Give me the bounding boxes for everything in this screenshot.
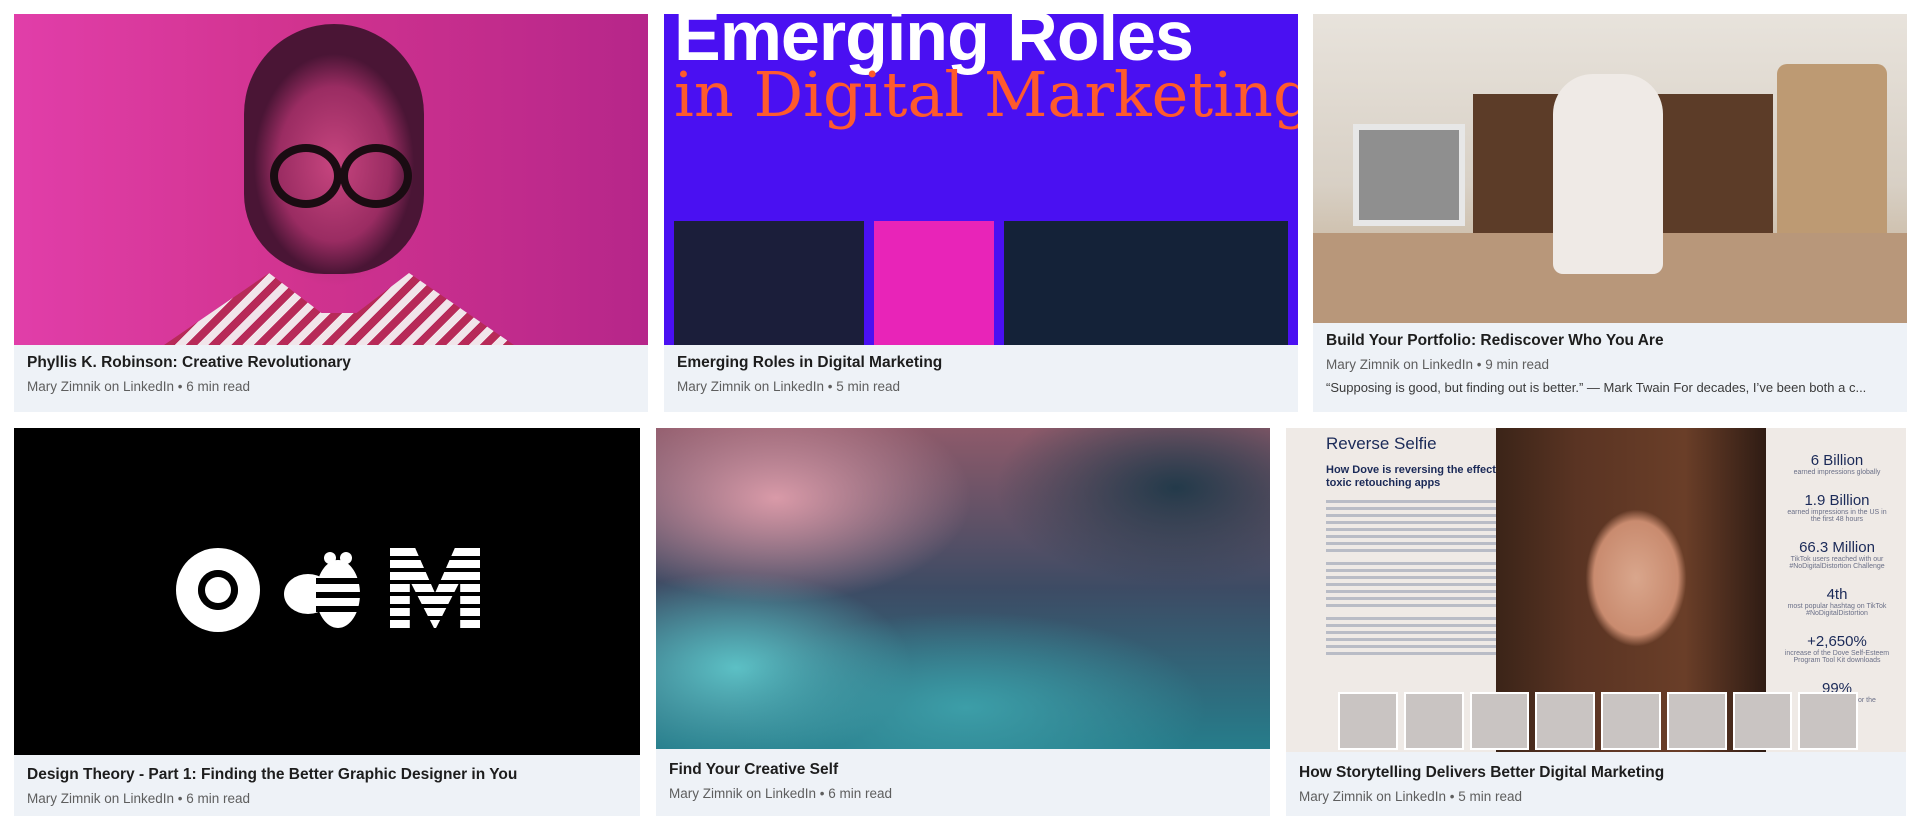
wall-photo-frame bbox=[1353, 124, 1465, 226]
article-thumbnail[interactable]: Emerging Roles in Digital Marketing bbox=[664, 14, 1298, 345]
article-title[interactable]: Design Theory - Part 1: Finding the Bett… bbox=[27, 766, 627, 784]
infographic-body-text bbox=[1326, 500, 1516, 655]
article-title[interactable]: Build Your Portfolio: Rediscover Who You… bbox=[1326, 332, 1894, 350]
article-meta: How Storytelling Delivers Better Digital… bbox=[1286, 764, 1906, 816]
article-byline: Mary Zimnik on LinkedIn • 5 min read bbox=[677, 379, 901, 394]
article-meta: Design Theory - Part 1: Finding the Bett… bbox=[14, 766, 640, 816]
infographic-text-panel: Reverse Selfie How Dove is reversing the… bbox=[1326, 434, 1516, 659]
bee-icon bbox=[284, 552, 360, 628]
article-meta: Build Your Portfolio: Rediscover Who You… bbox=[1313, 332, 1907, 412]
article-card[interactable]: Reverse Selfie How Dove is reversing the… bbox=[1286, 428, 1906, 816]
image-subline: in Digital Marketing bbox=[674, 58, 1298, 131]
portrait-collar bbox=[164, 273, 514, 345]
article-thumbnail[interactable] bbox=[14, 14, 648, 345]
code-image-tile bbox=[674, 221, 864, 345]
stat-value: +2,650% bbox=[1807, 633, 1867, 650]
stat-label: TikTok users reached with our #NoDigital… bbox=[1789, 556, 1885, 570]
eye-pupil-icon bbox=[205, 577, 231, 603]
stat-label: earned impressions globally bbox=[1793, 469, 1881, 476]
stat-label: earned impressions in the US in the firs… bbox=[1787, 509, 1887, 523]
seated-person bbox=[1553, 74, 1663, 274]
infographic-subtitle: How Dove is reversing the effects of tox… bbox=[1326, 464, 1516, 489]
article-byline: Mary Zimnik on LinkedIn • 5 min read bbox=[1299, 789, 1523, 804]
stat-value: 4th bbox=[1826, 586, 1848, 603]
article-title[interactable]: Find Your Creative Self bbox=[669, 761, 1257, 779]
stat-value: 1.9 Billion bbox=[1804, 492, 1870, 509]
network-image-tile bbox=[1004, 221, 1288, 345]
article-title[interactable]: Emerging Roles in Digital Marketing bbox=[677, 354, 1285, 372]
m-letter-icon bbox=[390, 548, 480, 630]
article-card[interactable]: Emerging Roles in Digital Marketing Emer… bbox=[664, 14, 1298, 412]
stat-value: 6 Billion bbox=[1810, 452, 1864, 469]
article-card[interactable]: Phyllis K. Robinson: Creative Revolution… bbox=[14, 14, 648, 412]
article-meta: Emerging Roles in Digital Marketing Mary… bbox=[664, 354, 1298, 412]
infographic-title: Reverse Selfie bbox=[1326, 434, 1437, 453]
article-title[interactable]: Phyllis K. Robinson: Creative Revolution… bbox=[27, 354, 635, 372]
stat-label: increase of the Dove Self-Esteem Program… bbox=[1784, 650, 1890, 664]
shopping-image-tile bbox=[874, 221, 994, 345]
article-meta: Find Your Creative Self Mary Zimnik on L… bbox=[656, 761, 1270, 816]
stat-value: 66.3 Million bbox=[1799, 539, 1875, 556]
article-byline: Mary Zimnik on LinkedIn • 9 min read bbox=[1326, 357, 1550, 372]
article-byline: Mary Zimnik on LinkedIn • 6 min read bbox=[27, 791, 251, 806]
stat-label: most popular hashtag on TikTok #NoDigita… bbox=[1787, 603, 1887, 617]
social-post-thumbnails bbox=[1338, 692, 1858, 750]
article-thumbnail[interactable] bbox=[1313, 14, 1907, 323]
article-card[interactable]: Design Theory - Part 1: Finding the Bett… bbox=[14, 428, 640, 816]
article-byline: Mary Zimnik on LinkedIn • 6 min read bbox=[669, 786, 893, 801]
portrait-glasses bbox=[270, 144, 412, 208]
infographic-stats: 6 Billion earned impressions globally 1.… bbox=[1782, 436, 1892, 711]
article-thumbnail[interactable]: Reverse Selfie How Dove is reversing the… bbox=[1286, 428, 1906, 752]
article-card[interactable]: Find Your Creative Self Mary Zimnik on L… bbox=[656, 428, 1270, 816]
article-byline: Mary Zimnik on LinkedIn • 6 min read bbox=[27, 379, 251, 394]
article-meta: Phyllis K. Robinson: Creative Revolution… bbox=[14, 354, 648, 412]
wicker-chair bbox=[1777, 64, 1887, 254]
article-title[interactable]: How Storytelling Delivers Better Digital… bbox=[1299, 764, 1893, 782]
article-excerpt: “Supposing is good, but finding out is b… bbox=[1326, 380, 1867, 395]
article-thumbnail[interactable] bbox=[14, 428, 640, 755]
article-thumbnail[interactable] bbox=[656, 428, 1270, 749]
article-card[interactable]: Build Your Portfolio: Rediscover Who You… bbox=[1313, 14, 1907, 412]
